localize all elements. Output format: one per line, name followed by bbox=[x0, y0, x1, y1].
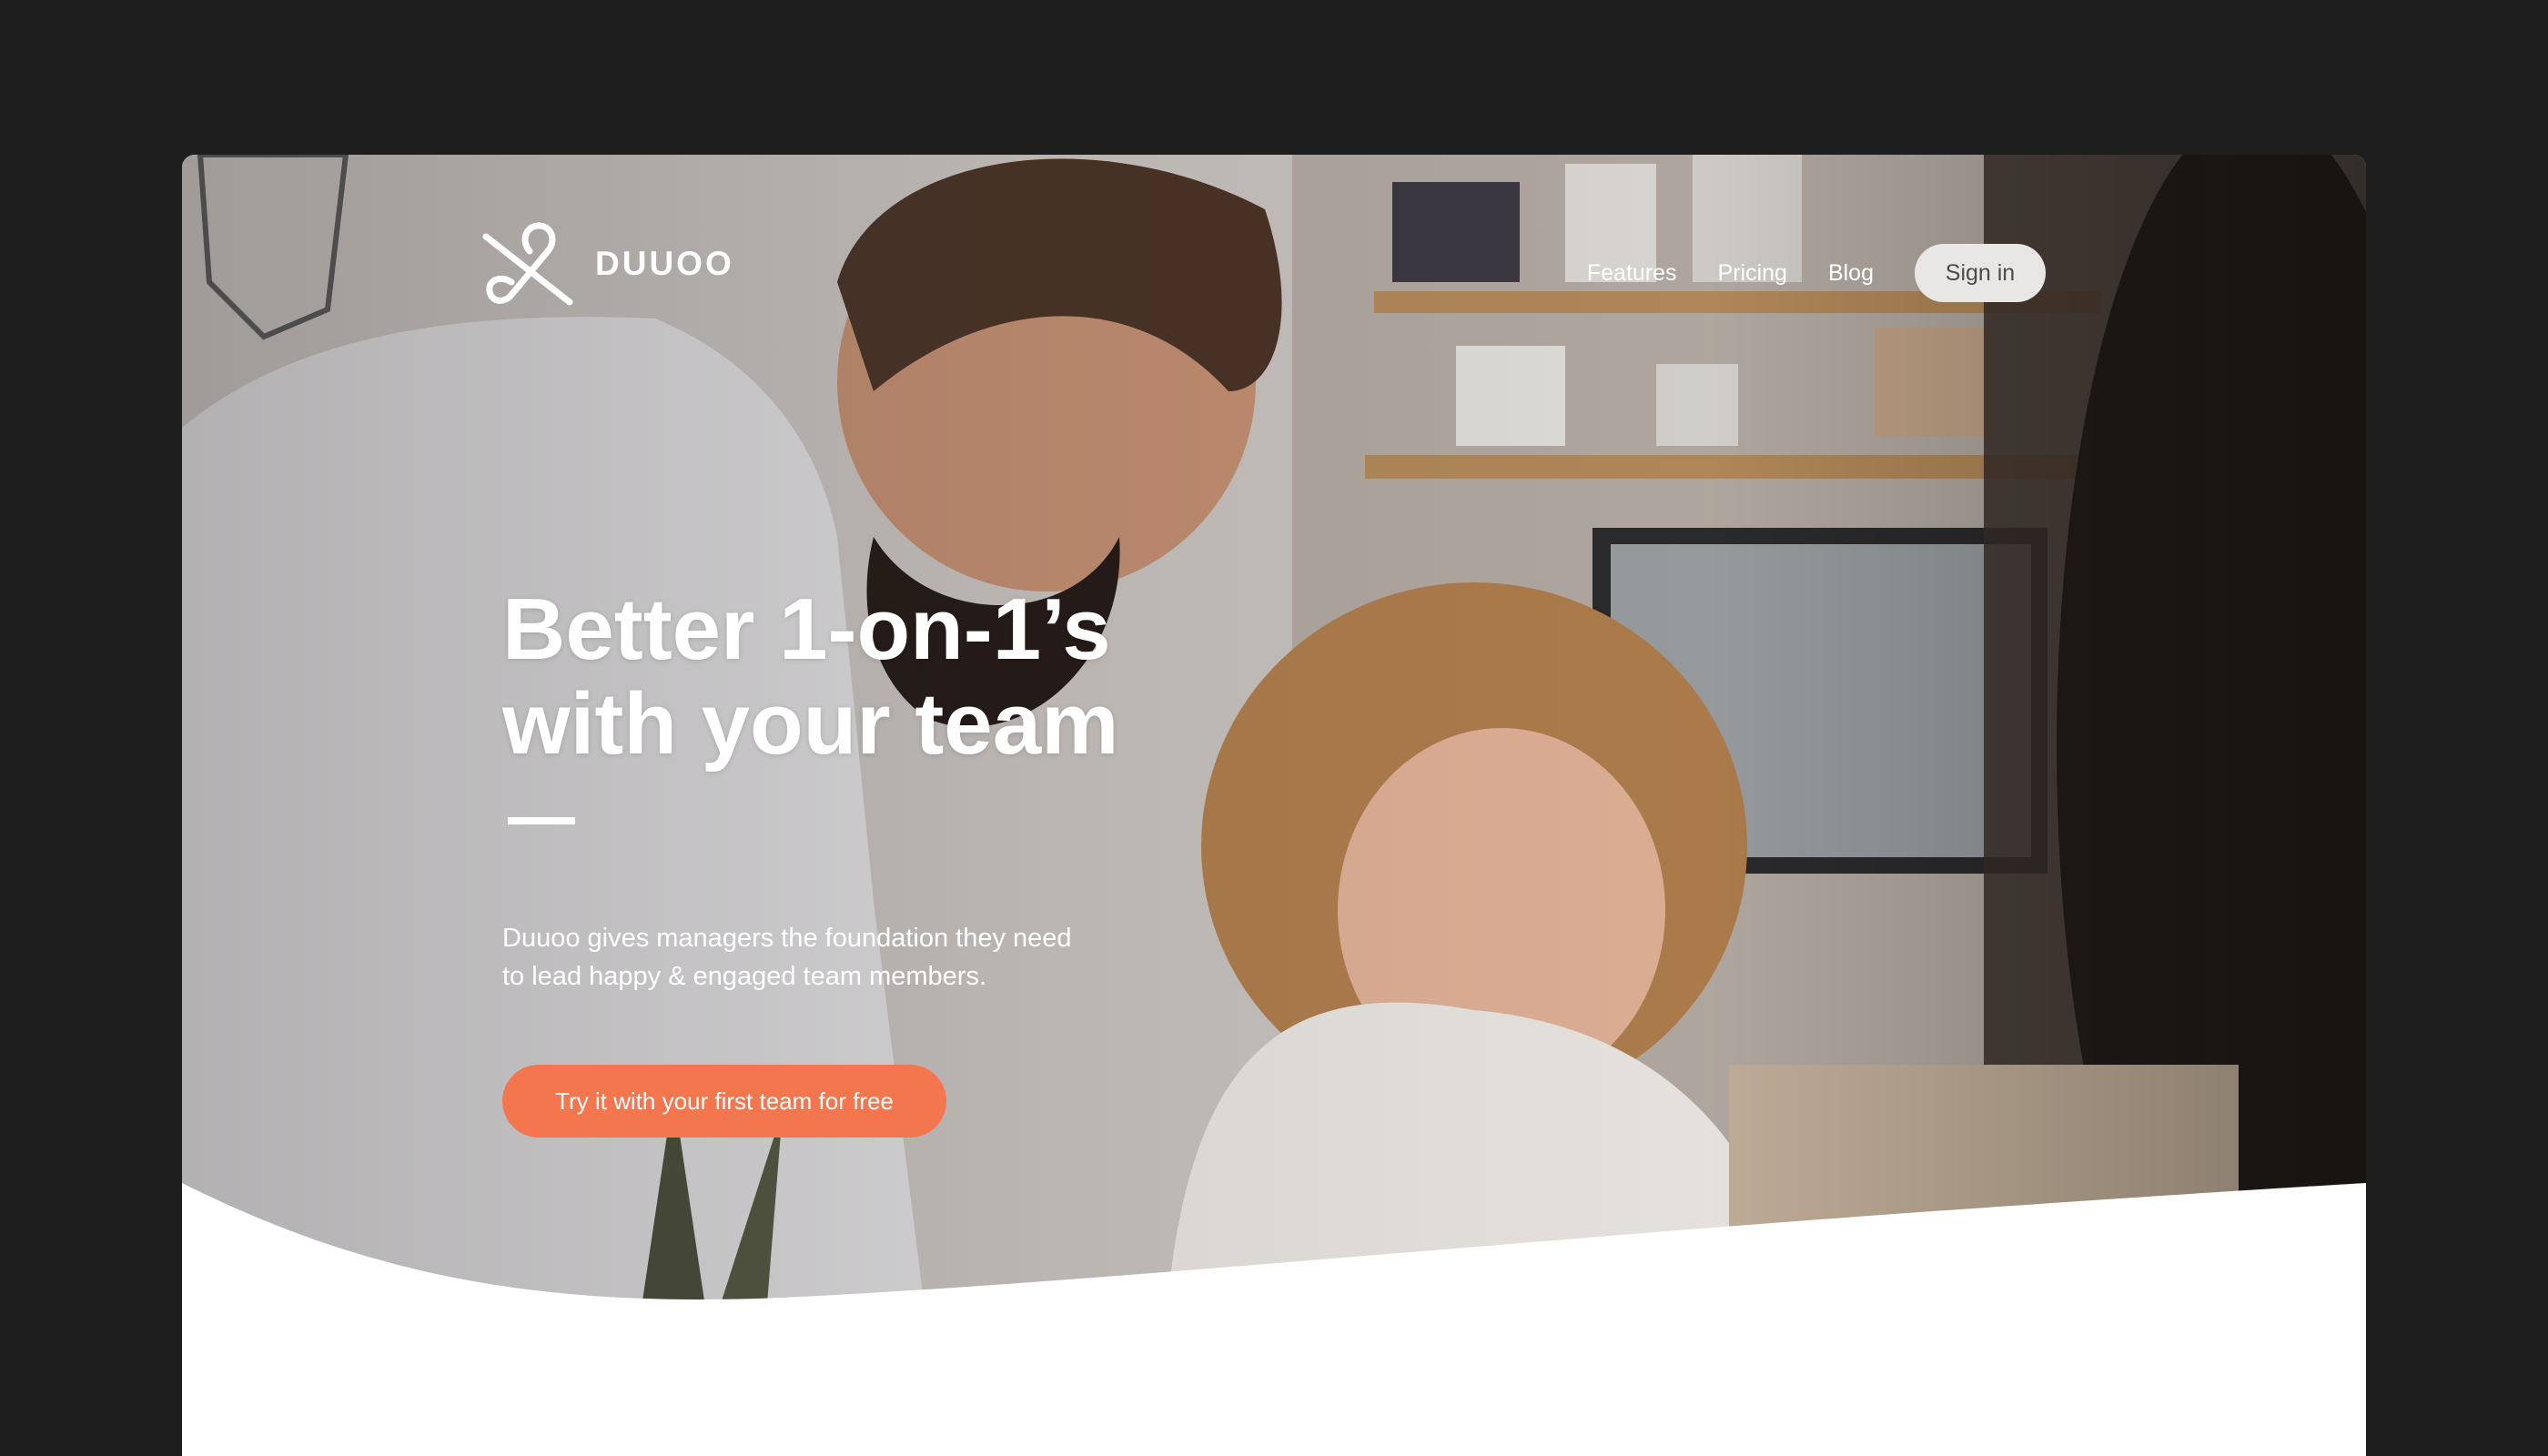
duuoo-knot-icon bbox=[482, 222, 573, 306]
brand-name: DUUOO bbox=[595, 245, 734, 282]
hero-headline: Better 1-on-1’s with your team bbox=[502, 582, 1321, 772]
nav-link-pricing[interactable]: Pricing bbox=[1718, 260, 1787, 287]
hero-headline-line-1: Better 1-on-1’s bbox=[502, 581, 1111, 678]
brand-logo[interactable]: DUUOO bbox=[482, 218, 734, 309]
sign-in-button[interactable]: Sign in bbox=[1915, 244, 2046, 302]
website-frame: DUUOO Features Pricing Blog Sign in Bett… bbox=[182, 155, 2366, 1456]
top-navigation: Features Pricing Blog Sign in bbox=[1587, 244, 2046, 302]
nav-link-blog[interactable]: Blog bbox=[1828, 260, 1874, 287]
hero-subtitle-line-1: Duuoo gives managers the foundation they… bbox=[502, 924, 1072, 953]
hero-wave-divider bbox=[182, 1183, 2366, 1456]
hero-subtitle-line-2: to lead happy & engaged team members. bbox=[502, 962, 986, 991]
hero-headline-line-2: with your team bbox=[502, 675, 1119, 773]
nav-link-features[interactable]: Features bbox=[1587, 260, 1677, 287]
hero-subtitle: Duuoo gives managers the foundation they… bbox=[502, 919, 1194, 996]
headline-divider bbox=[508, 817, 575, 824]
free-trial-cta-button[interactable]: Try it with your first team for free bbox=[502, 1065, 946, 1138]
hero-section: DUUOO Features Pricing Blog Sign in Bett… bbox=[182, 155, 2366, 1338]
